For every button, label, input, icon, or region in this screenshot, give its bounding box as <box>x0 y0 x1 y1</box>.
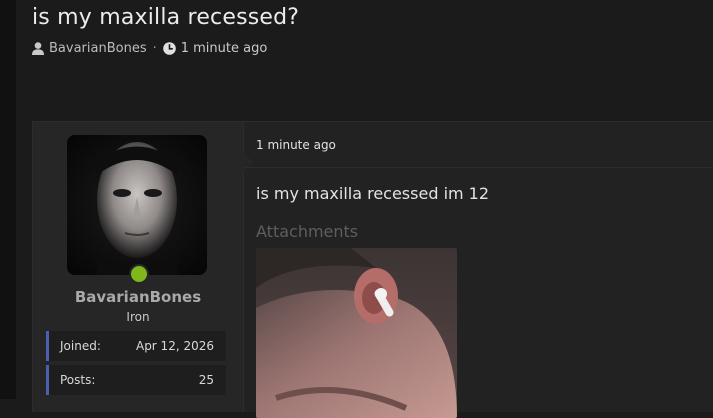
online-status-indicator <box>129 264 149 284</box>
clock-icon <box>162 42 176 55</box>
thread-time-link[interactable]: 1 minute ago <box>181 41 268 56</box>
post-header: 1 minute ago <box>244 122 713 168</box>
stat-label: Joined: <box>60 339 101 353</box>
stat-value: Apr 12, 2026 <box>135 339 214 353</box>
attachments-heading: Attachments <box>256 222 359 241</box>
stat-posts: Posts: 25 <box>46 365 226 395</box>
left-gutter <box>0 0 16 399</box>
user-rank: Iron <box>126 310 150 324</box>
user-icon <box>32 42 44 55</box>
thread-author-link[interactable]: BavarianBones <box>49 41 147 56</box>
meta-separator: · <box>152 41 157 56</box>
stat-label: Posts: <box>60 373 96 387</box>
stat-value: 25 <box>198 373 214 387</box>
thread-meta: BavarianBones · 1 minute ago <box>32 41 267 56</box>
attachment-image[interactable] <box>256 248 457 418</box>
stat-joined: Joined: Apr 12, 2026 <box>46 331 226 361</box>
thread-title: is my maxilla recessed? <box>32 5 300 30</box>
avatar[interactable] <box>67 135 207 275</box>
post-message: is my maxilla recessed im 12 <box>256 184 490 203</box>
post-user-column: BavarianBones Iron Joined: Apr 12, 2026 … <box>33 122 244 412</box>
post-timestamp-link[interactable]: 1 minute ago <box>256 138 336 152</box>
post: BavarianBones Iron Joined: Apr 12, 2026 … <box>32 121 713 418</box>
post-username[interactable]: BavarianBones <box>33 288 243 306</box>
